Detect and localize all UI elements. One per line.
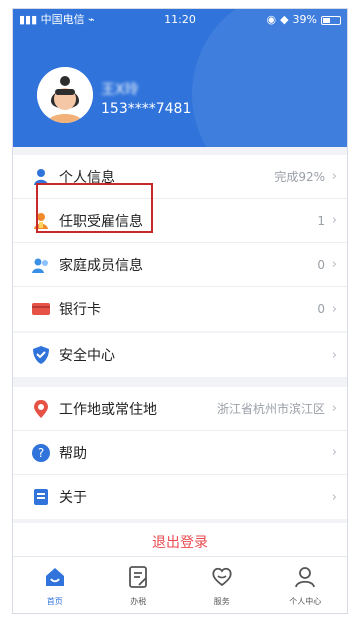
chevron-right-icon: › (331, 213, 337, 228)
chevron-right-icon: › (331, 301, 337, 317)
highlight-box (36, 183, 153, 233)
row-label: 帮助 (59, 445, 87, 462)
row-label: 工作地或常住地 (59, 401, 157, 418)
tax-icon (129, 566, 148, 588)
status-bar: ▮▮▮ 中国电信 ⌁ 11:20 ◉ ◆ 39% (13, 9, 347, 31)
row-value: 浙江省杭州市滨江区 (216, 402, 325, 416)
row-bank-card[interactable]: 银行卡 0 › (13, 287, 347, 331)
shield-icon (33, 346, 49, 364)
row-about[interactable]: 关于 › (13, 475, 347, 519)
bottom-tab-bar: 首页 办税 服务 个人中心 (13, 556, 347, 613)
status-right: ◉ ◆ 39% (266, 9, 341, 31)
other-section: 工作地或常住地 浙江省杭州市滨江区 › ? 帮助 › 关于 › (13, 387, 347, 519)
tab-label: 办税 (130, 597, 147, 606)
about-icon (34, 489, 48, 505)
tab-label: 个人中心 (289, 597, 322, 606)
row-label: 安全中心 (59, 348, 115, 364)
avatar[interactable] (37, 67, 93, 123)
service-icon (212, 567, 232, 587)
user-phone: 153****7481 (101, 101, 192, 117)
home-icon (45, 568, 64, 586)
chevron-right-icon: › (331, 445, 337, 460)
chevron-right-icon: › (331, 401, 337, 416)
chevron-right-icon: › (331, 347, 337, 363)
battery-text: 39% (292, 13, 317, 26)
tab-label: 首页 (46, 597, 63, 606)
chevron-right-icon: › (331, 169, 337, 184)
security-section: 安全中心 › (13, 333, 347, 377)
svg-text:?: ? (38, 446, 44, 460)
user-name: 王X玲 (101, 82, 139, 98)
info-section: 个人信息 完成92% › 任职受雇信息 1 › 家庭成员信息 0 › 银行卡 0 (13, 155, 347, 331)
row-value: 1 (317, 213, 325, 228)
row-value: 完成92% (274, 170, 325, 184)
row-label: 家庭成员信息 (59, 257, 143, 274)
tab-tax[interactable]: 办税 (97, 557, 181, 613)
bank-card-icon (32, 303, 50, 315)
profile-icon (295, 567, 316, 588)
row-security-center[interactable]: 安全中心 › (13, 333, 347, 377)
chevron-right-icon: › (331, 257, 337, 272)
profile-header: ▮▮▮ 中国电信 ⌁ 11:20 ◉ ◆ 39% 王X玲 153****7481 (13, 9, 347, 147)
chevron-right-icon: › (331, 489, 337, 505)
row-label: 银行卡 (59, 302, 101, 318)
row-value: 0 (317, 302, 325, 316)
avatar-icon (37, 67, 93, 123)
location-icon (34, 400, 48, 418)
tab-label: 服务 (213, 597, 230, 606)
row-value: 0 (317, 257, 325, 272)
row-family-info[interactable]: 家庭成员信息 0 › (13, 243, 347, 287)
alarm-icon: ◆ (280, 13, 289, 26)
help-icon: ? (32, 444, 50, 462)
tab-profile[interactable]: 个人中心 (264, 557, 348, 613)
battery-icon (321, 15, 341, 25)
row-label: 关于 (59, 490, 87, 506)
tab-home[interactable]: 首页 (13, 557, 97, 613)
family-icon (32, 258, 48, 273)
tab-service[interactable]: 服务 (180, 557, 264, 613)
row-help[interactable]: ? 帮助 › (13, 431, 347, 475)
location-status-icon: ◉ (266, 13, 277, 26)
app-screen: ▮▮▮ 中国电信 ⌁ 11:20 ◉ ◆ 39% 王X玲 153****7481… (12, 8, 348, 614)
row-work-location[interactable]: 工作地或常住地 浙江省杭州市滨江区 › (13, 387, 347, 431)
